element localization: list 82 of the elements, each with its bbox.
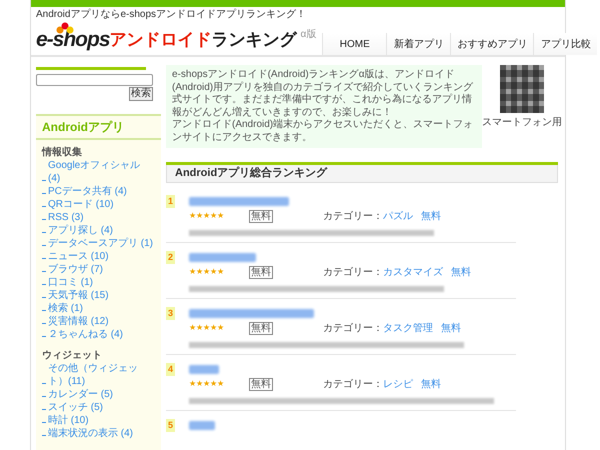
tagline: Androidアプリならe-shopsアンドロイドアプリランキング！ xyxy=(36,8,306,21)
price-link[interactable]: 無料 xyxy=(421,208,441,224)
nav-link[interactable]: 新着アプリ xyxy=(386,33,450,55)
bullet-dash-icon xyxy=(42,396,46,397)
price-tag: 無料 xyxy=(249,266,273,278)
category-link[interactable]: パズル xyxy=(383,208,413,224)
star-rating: ★★★★★ xyxy=(189,211,225,221)
category-heading: ウィジェット xyxy=(42,349,103,362)
category-label: カテゴリー： xyxy=(323,378,383,392)
intro-text: アンドロイド(Android)端末からアクセスいただくと、スマートフォンサイトにアクセスできます。 xyxy=(172,119,474,144)
bullet-dash-icon xyxy=(42,258,46,259)
bullet-dash-icon xyxy=(42,180,46,181)
category-label: カテゴリー： xyxy=(323,266,383,280)
category-link[interactable]: 検索 (1) xyxy=(48,302,153,315)
category-link[interactable]: データベースアプリ (1) xyxy=(48,237,153,250)
category-link[interactable]: タスク管理 xyxy=(383,320,433,336)
qr-code-placeholder xyxy=(500,65,544,113)
category-link[interactable]: 天気予報 (15) xyxy=(48,289,153,302)
price-link[interactable]: 無料 xyxy=(451,264,471,280)
category-link[interactable]: 端末状況の表示 (4) xyxy=(48,427,153,440)
bullet-dash-icon xyxy=(42,323,46,324)
blurred-app-title[interactable] xyxy=(189,421,215,430)
category-link[interactable]: レシピ xyxy=(383,376,413,392)
category-link[interactable]: ブラウザ (7) xyxy=(48,263,153,276)
rank-number: 4 xyxy=(166,363,175,376)
star-rating: ★★★★★ xyxy=(189,323,225,333)
bullet-dash-icon xyxy=(42,245,46,246)
star-rating: ★★★★★ xyxy=(189,267,225,277)
bullet-dash-icon xyxy=(42,435,46,436)
search-button[interactable]: 検索 xyxy=(129,87,153,101)
blurred-app-title[interactable] xyxy=(189,197,289,206)
category-label: カテゴリー： xyxy=(323,210,383,224)
bullet-dash-icon xyxy=(42,310,46,311)
rank-number: 2 xyxy=(166,251,175,264)
blurred-app-title[interactable] xyxy=(189,365,219,374)
category-link[interactable]: Googleオフィシャル (4) xyxy=(48,159,153,185)
search-field[interactable] xyxy=(36,74,153,86)
category-heading: 情報収集 xyxy=(42,146,83,159)
site-logo[interactable]: e-shopsアンドロイドランキング α版 xyxy=(36,21,316,55)
bullet-dash-icon xyxy=(42,336,46,337)
blurred-app-title[interactable] xyxy=(189,253,256,262)
price-tag: 無料 xyxy=(249,378,273,390)
category-link[interactable]: その他（ウィジェット）(11) xyxy=(48,362,153,388)
rank-number: 5 xyxy=(166,419,175,432)
category-link[interactable]: アプリ探し (4) xyxy=(48,224,153,237)
bullet-dash-icon xyxy=(42,297,46,298)
bullet-dash-icon xyxy=(42,383,46,384)
price-link[interactable]: 無料 xyxy=(441,320,461,336)
category-link[interactable]: QRコード (10) xyxy=(48,198,153,211)
star-rating: ★★★★★ xyxy=(189,379,225,389)
price-link[interactable]: 無料 xyxy=(421,376,441,392)
bullet-dash-icon xyxy=(42,271,46,272)
bullet-dash-icon xyxy=(42,193,46,194)
rank-number: 3 xyxy=(166,307,175,320)
category-link[interactable]: カスタマイズ xyxy=(383,264,443,280)
ranking-heading: Androidアプリ総合ランキング xyxy=(166,165,558,183)
bullet-dash-icon xyxy=(42,206,46,207)
nav-link[interactable]: アプリ比較 xyxy=(533,33,598,55)
bullet-dash-icon xyxy=(42,284,46,285)
qr-caption: スマートフォン用 xyxy=(482,116,562,130)
category-link[interactable]: RSS (3) xyxy=(48,211,153,224)
category-link[interactable]: カレンダー (5) xyxy=(48,388,153,401)
category-link[interactable]: スイッチ (5) xyxy=(48,401,153,414)
price-tag: 無料 xyxy=(249,210,273,222)
sidebar-heading: Androidアプリ xyxy=(36,114,161,140)
bullet-dash-icon xyxy=(42,409,46,410)
price-tag: 無料 xyxy=(249,322,273,334)
category-link[interactable]: 災害情報 (12) xyxy=(48,315,153,328)
bullet-dash-icon xyxy=(42,232,46,233)
category-link[interactable]: 口コミ (1) xyxy=(48,276,153,289)
category-link[interactable]: PCデータ共有 (4) xyxy=(48,185,153,198)
blurred-app-title[interactable] xyxy=(189,309,314,318)
intro-text: e-shopsアンドロイド(Android)ランキングα版は、アンドロイド(Android)用アプリを独自のカテゴライズで紹介していくランキング式サイトです。まだまだ準備中ですが、これから為になるアプリ情報がどんどん増えていきますので、お楽しみに！ xyxy=(172,69,474,118)
category-link[interactable]: 時計 (10) xyxy=(48,414,153,427)
nav-link[interactable]: おすすめアプリ xyxy=(450,33,534,55)
bullet-dash-icon xyxy=(42,219,46,220)
bullet-dash-icon xyxy=(42,422,46,423)
category-label: カテゴリー： xyxy=(323,322,383,336)
rank-number: 1 xyxy=(166,195,175,208)
nav-link[interactable]: HOME xyxy=(322,33,386,55)
category-link[interactable]: ニュース (10) xyxy=(48,250,153,263)
category-link[interactable]: ２ちゃんねる (4) xyxy=(48,328,153,341)
